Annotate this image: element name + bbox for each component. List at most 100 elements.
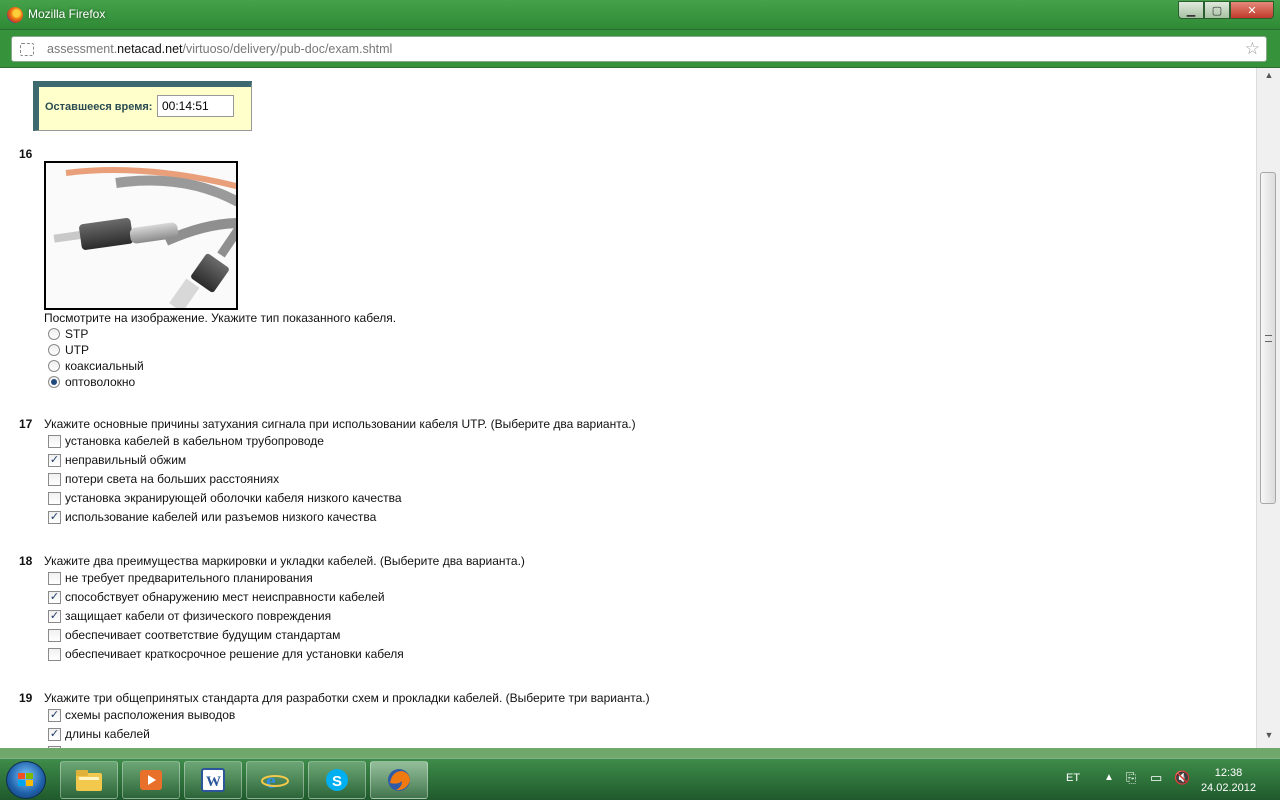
folder-icon (76, 770, 102, 791)
option-label: установка экранирующей оболочки кабеля н… (65, 491, 402, 505)
checkbox-checked[interactable]: ✓ (48, 510, 61, 524)
taskbar-skype[interactable]: S (308, 761, 366, 799)
taskbar-internet-explorer[interactable]: e (246, 761, 304, 799)
clock[interactable]: 12:38 24.02.2012 (1201, 766, 1256, 796)
checkbox-checked[interactable]: ✓ (48, 727, 61, 741)
checkbox[interactable] (48, 628, 61, 642)
taskbar-firefox[interactable] (370, 761, 428, 799)
vertical-scrollbar[interactable]: ▲ ▼ (1256, 68, 1280, 748)
site-identity-icon[interactable] (20, 43, 34, 56)
answer-option[interactable]: обеспечивает краткосрочное решение для у… (48, 647, 404, 661)
answer-option[interactable]: ✓ использование кабелей или разъемов низк… (48, 510, 376, 524)
radio-button-selected[interactable] (48, 376, 60, 388)
radio-button[interactable] (48, 328, 60, 340)
show-hidden-icons-icon[interactable]: ▲ (1104, 772, 1114, 783)
question-text: Посмотрите на изображение. Укажите тип п… (44, 311, 397, 325)
window-controls: ▁ ▢ ✕ (1178, 1, 1274, 19)
answer-option[interactable]: STP (48, 327, 88, 341)
question-number: 18 (19, 554, 33, 568)
taskbar-word[interactable]: W (184, 761, 242, 799)
checkbox[interactable] (48, 491, 61, 505)
answer-option[interactable]: ✓ длины кабелей (48, 727, 150, 741)
answer-option[interactable]: ✓ защищает кабели от физического поврежде… (48, 609, 331, 623)
question-text: Укажите два преимущества маркировки и ук… (44, 554, 525, 568)
question-number: 16 (19, 147, 33, 161)
checkbox-checked[interactable]: ✓ (48, 453, 61, 467)
answer-option[interactable]: установка экранирующей оболочки кабеля н… (48, 491, 402, 505)
radio-button[interactable] (48, 344, 60, 356)
answer-option[interactable]: потери света на больших расстояниях (48, 472, 279, 486)
answer-option[interactable]: ✓ способствует обнаружению мест неисправн… (48, 590, 385, 604)
page-content: Оставшееся время: 00:14:51 16 Посмотрите… (0, 68, 1256, 748)
cable-illustration (46, 163, 236, 308)
network-icon[interactable]: ⎘ (1126, 770, 1136, 786)
remaining-time-label: Оставшееся время: (45, 101, 153, 113)
fiber-cable-image (44, 161, 238, 310)
answer-option[interactable]: ✓ неправильный обжим (48, 453, 186, 467)
language-indicator[interactable]: ET (1066, 772, 1080, 784)
answer-option[interactable]: UTP (48, 343, 89, 357)
checkbox-checked[interactable]: ✓ (48, 590, 61, 604)
windows-taskbar: W e S ET ▲ ⎘ ▭ 🔇 12:38 24.02.2012 (0, 758, 1280, 800)
scroll-down-arrow-icon[interactable]: ▼ (1261, 730, 1277, 746)
firefox-icon (388, 769, 410, 791)
window-title: Mozilla Firefox (28, 7, 106, 21)
firefox-icon (7, 7, 23, 23)
checkbox[interactable] (48, 571, 61, 585)
option-label: способствует обнаружению мест неисправно… (65, 590, 385, 604)
option-label: использование кабелей или разъемов низко… (65, 510, 377, 524)
minimize-button[interactable]: ▁ (1178, 1, 1204, 19)
answer-option[interactable]: оптоволокно (48, 375, 135, 389)
bookmark-star-icon[interactable]: ☆ (1245, 39, 1260, 59)
checkbox-checked[interactable]: ✓ (48, 708, 61, 722)
option-label: защищает кабели от физического поврежден… (65, 609, 332, 623)
svg-text:S: S (332, 773, 342, 790)
answer-option[interactable]: обеспечивает соответствие будущим станда… (48, 628, 340, 642)
scrollbar-thumb[interactable] (1260, 172, 1276, 504)
taskbar-media-player[interactable] (122, 761, 180, 799)
answer-option[interactable]: установка кабелей в кабельном трубопрово… (48, 434, 324, 448)
skype-icon: S (326, 769, 348, 791)
checkbox[interactable] (48, 647, 61, 661)
clock-time: 12:38 (1214, 767, 1243, 779)
scroll-up-arrow-icon[interactable]: ▲ (1261, 70, 1277, 86)
maximize-button[interactable]: ▢ (1204, 1, 1230, 19)
option-label: обеспечивает соответствие будущим станда… (65, 628, 341, 642)
option-label: STP (65, 327, 89, 341)
svg-text:e: e (266, 768, 276, 793)
question-text: Укажите основные причины затухания сигна… (44, 417, 636, 431)
url-prefix: assessment. (47, 42, 118, 56)
remaining-time-value: 00:14:51 (157, 95, 234, 117)
option-label: потери света на больших расстояниях (65, 472, 280, 486)
close-button[interactable]: ✕ (1230, 1, 1274, 19)
option-label: установка кабелей в кабельном трубопрово… (65, 434, 324, 448)
navigation-bar: assessment.netacad.net/virtuoso/delivery… (0, 30, 1280, 68)
option-label: коаксиальный (65, 359, 144, 373)
answer-option[interactable]: ✓ схемы расположения выводов (48, 708, 235, 722)
question-number: 17 (19, 417, 33, 431)
option-label: не требует предварительного планирования (65, 571, 313, 585)
checkbox-checked[interactable]: ✓ (48, 609, 61, 623)
taskbar-explorer[interactable] (60, 761, 118, 799)
checkbox[interactable] (48, 472, 61, 486)
remaining-time-box: Оставшееся время: 00:14:51 (33, 81, 252, 131)
media-icon (140, 770, 162, 790)
option-label: обеспечивает краткосрочное решение для у… (65, 647, 404, 661)
address-bar[interactable]: assessment.netacad.net/virtuoso/delivery… (11, 36, 1267, 62)
start-button[interactable] (6, 761, 46, 799)
answer-option[interactable]: не требует предварительного планирования (48, 571, 313, 585)
answer-option[interactable]: коаксиальный (48, 359, 144, 373)
radio-button[interactable] (48, 360, 60, 372)
checkbox[interactable] (48, 434, 61, 448)
option-label: схемы расположения выводов (65, 708, 236, 722)
clock-date: 24.02.2012 (1200, 782, 1256, 794)
answer-option[interactable] (48, 746, 65, 748)
word-icon: W (201, 768, 225, 792)
question-text: Укажите три общепринятых стандарта для р… (44, 691, 650, 705)
checkbox[interactable] (48, 746, 61, 748)
url-path: /virtuoso/delivery/pub-doc/exam.shtml (182, 42, 393, 56)
url-text: assessment.netacad.net/virtuoso/delivery… (47, 42, 392, 56)
url-domain: netacad.net (117, 42, 183, 56)
device-icon[interactable]: ▭ (1150, 770, 1162, 786)
volume-muted-icon[interactable]: 🔇 (1174, 770, 1190, 786)
